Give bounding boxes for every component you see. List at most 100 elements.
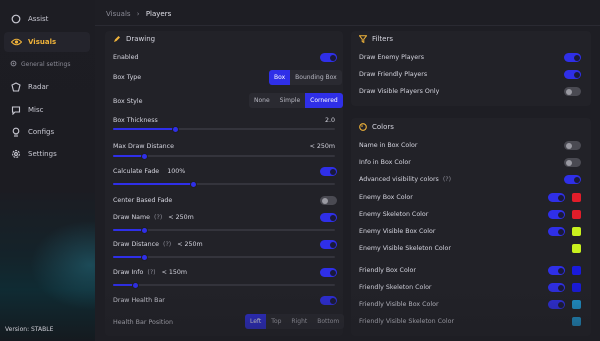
calculate-fade-text: Calculate Fade — [113, 168, 160, 175]
header-divider — [95, 25, 600, 26]
circle-icon — [10, 13, 22, 25]
filter-icon — [359, 35, 367, 43]
filter-enemy-toggle[interactable] — [564, 53, 581, 62]
filters-panel: Filters Draw Enemy Players Draw Friendly… — [351, 31, 591, 106]
advanced-visibility-colors-label: Advanced visibility colors (?) — [359, 176, 451, 183]
draw-info-help-icon[interactable]: (?) — [147, 269, 155, 276]
sidebar-item-label: Assist — [28, 15, 49, 23]
draw-health-bar-label: Draw Health Bar — [113, 297, 165, 304]
info-in-box-color-toggle[interactable] — [564, 158, 581, 167]
breadcrumb-current: Players — [145, 10, 172, 18]
friendly-visible-skeleton-color-swatch[interactable] — [572, 317, 581, 326]
sidebar-item-assist[interactable]: Assist — [4, 9, 90, 29]
health-bar-option-bottom[interactable]: Bottom — [312, 314, 344, 329]
friendly-skeleton-color-swatch[interactable] — [572, 283, 581, 292]
box-type-option-box[interactable]: Box — [269, 70, 291, 85]
friendly-skeleton-color-toggle[interactable] — [548, 283, 565, 292]
draw-name-toggle[interactable] — [320, 213, 337, 222]
draw-health-bar-toggle[interactable] — [320, 296, 337, 305]
enemy-box-color-label: Enemy Box Color — [359, 194, 413, 201]
draw-distance-slider[interactable] — [113, 253, 335, 261]
info-in-box-color-label: Info in Box Color — [359, 159, 411, 166]
colors-panel: Colors Name in Box Color Info in Box Col… — [351, 118, 591, 336]
sidebar-subitem-label: General settings — [21, 61, 71, 68]
sidebar-item-settings[interactable]: Settings — [4, 144, 90, 164]
friendly-box-color-toggle[interactable] — [548, 266, 565, 275]
box-type-option-bounding-box[interactable]: Bounding Box — [290, 70, 342, 85]
draw-info-text: Draw Info — [113, 269, 144, 276]
friendly-box-color-swatch[interactable] — [572, 266, 581, 275]
bulb-icon — [10, 126, 22, 138]
sidebar-item-radar[interactable]: Radar — [4, 77, 90, 97]
box-type-selector: Box Bounding Box — [269, 70, 342, 85]
box-thickness-label: Box Thickness — [113, 117, 158, 124]
gear-icon — [10, 148, 22, 160]
draw-distance-help-icon[interactable]: (?) — [163, 241, 171, 248]
sidebar-item-label: Visuals — [28, 38, 57, 46]
colors-title-label: Colors — [372, 123, 394, 131]
enemy-box-color-toggle[interactable] — [548, 193, 565, 202]
filter-friendly-label: Draw Friendly Players — [359, 71, 428, 78]
box-style-option-simple[interactable]: Simple — [275, 93, 306, 108]
draw-distance-toggle[interactable] — [320, 240, 337, 249]
draw-distance-label: Draw Distance (?) < 250m — [113, 241, 203, 248]
draw-info-label: Draw Info (?) < 150m — [113, 269, 187, 276]
enemy-visible-box-color-label: Enemy Visible Box Color — [359, 228, 436, 235]
health-bar-option-top[interactable]: Top — [266, 314, 286, 329]
sidebar-item-label: Settings — [28, 150, 57, 158]
sidebar-subitem-general-settings[interactable]: General settings — [10, 60, 70, 69]
friendly-visible-box-color-toggle[interactable] — [548, 300, 565, 309]
advanced-visibility-text: Advanced visibility colors — [359, 176, 439, 183]
health-bar-option-right[interactable]: Right — [286, 314, 312, 329]
filter-visible-only-toggle[interactable] — [564, 87, 581, 96]
sidebar-item-visuals[interactable]: Visuals — [4, 32, 90, 52]
calculate-fade-value: 100% — [167, 168, 186, 175]
enemy-box-color-swatch[interactable] — [572, 193, 581, 202]
calculate-fade-toggle[interactable] — [320, 167, 337, 176]
calculate-fade-slider[interactable] — [113, 180, 335, 188]
sidebar-item-misc[interactable]: Misc — [4, 100, 90, 120]
breadcrumb: Visuals › Players — [106, 10, 171, 18]
friendly-visible-box-color-label: Friendly Visible Box Color — [359, 301, 439, 308]
enemy-visible-skeleton-color-swatch[interactable] — [572, 244, 581, 253]
filter-enemy-label: Draw Enemy Players — [359, 54, 425, 61]
max-draw-distance-slider[interactable] — [113, 152, 335, 160]
advanced-visibility-help-icon[interactable]: (?) — [443, 176, 451, 183]
health-bar-position-label: Health Bar Position — [113, 319, 173, 326]
enemy-skeleton-color-toggle[interactable] — [548, 210, 565, 219]
drawing-panel-title: Drawing — [113, 35, 155, 43]
drawing-panel: Drawing Enabled Box Type Box Bounding Bo… — [105, 31, 345, 336]
sidebar-item-label: Radar — [28, 83, 49, 91]
enemy-visible-box-color-swatch[interactable] — [572, 227, 581, 236]
draw-distance-text: Draw Distance — [113, 241, 159, 248]
center-based-fade-toggle[interactable] — [320, 196, 337, 205]
health-bar-option-left[interactable]: Left — [245, 314, 267, 329]
breadcrumb-parent[interactable]: Visuals — [106, 10, 131, 18]
eye-icon — [10, 36, 22, 48]
box-style-selector: None Simple Cornered — [249, 93, 343, 108]
draw-name-slider[interactable] — [113, 226, 335, 234]
filter-friendly-toggle[interactable] — [564, 70, 581, 79]
name-in-box-color-toggle[interactable] — [564, 141, 581, 150]
advanced-visibility-colors-toggle[interactable] — [564, 175, 581, 184]
health-bar-position-selector: Left Top Right Bottom — [245, 314, 345, 329]
gear-small-icon — [10, 60, 17, 69]
draw-name-help-icon[interactable]: (?) — [154, 214, 162, 221]
draw-info-slider[interactable] — [113, 281, 335, 289]
enabled-toggle[interactable] — [320, 53, 337, 62]
sidebar-item-configs[interactable]: Configs — [4, 122, 90, 142]
draw-info-toggle[interactable] — [320, 268, 337, 277]
filter-visible-only-label: Draw Visible Players Only — [359, 88, 440, 95]
draw-name-value: < 250m — [168, 214, 194, 221]
max-draw-distance-value: < 250m — [309, 143, 335, 150]
enemy-visible-box-color-toggle[interactable] — [548, 227, 565, 236]
friendly-visible-box-color-swatch[interactable] — [572, 300, 581, 309]
draw-name-label: Draw Name (?) < 250m — [113, 214, 194, 221]
enabled-label: Enabled — [113, 54, 139, 61]
box-thickness-slider[interactable] — [113, 125, 335, 133]
box-style-option-cornered[interactable]: Cornered — [305, 93, 343, 108]
box-style-option-none[interactable]: None — [249, 93, 275, 108]
pencil-icon — [113, 35, 121, 43]
enemy-skeleton-color-swatch[interactable] — [572, 210, 581, 219]
drawing-title-label: Drawing — [126, 35, 156, 43]
